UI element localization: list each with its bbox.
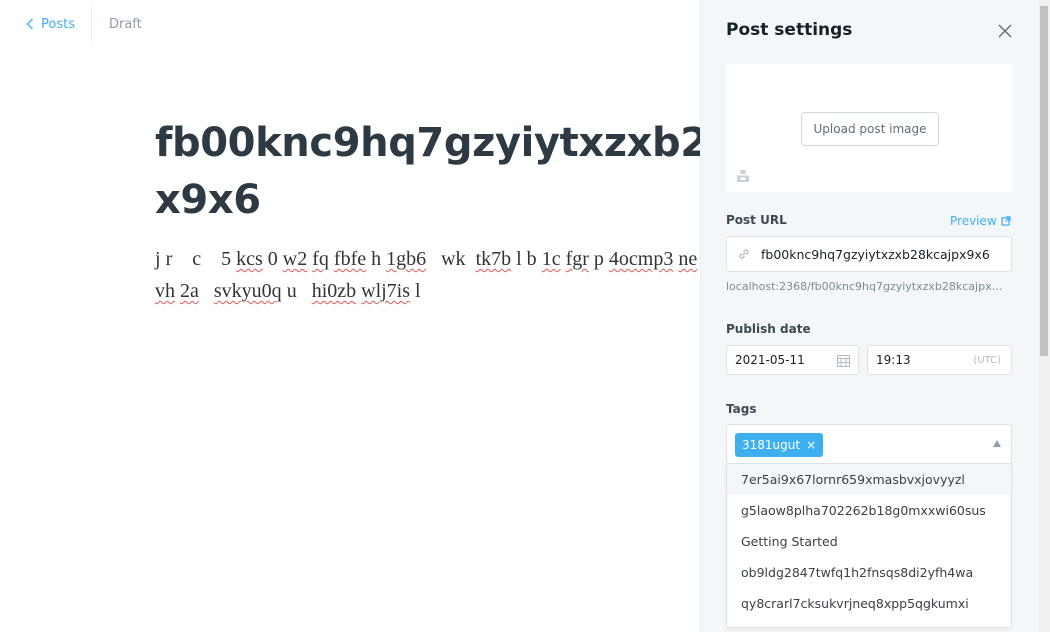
- preview-link[interactable]: Preview: [950, 214, 1011, 228]
- body-text-run: r c 5: [160, 248, 237, 270]
- post-url-label: Post URL: [726, 213, 787, 227]
- preview-label: Preview: [950, 214, 997, 228]
- tag-option[interactable]: Getting Started: [727, 526, 1011, 557]
- body-text-run: wk: [426, 248, 476, 270]
- tags-dropdown: 7er5ai9x67lornr659xmasbvxjovyyzl g5laow8p…: [726, 464, 1012, 628]
- misspelled-word: vh: [155, 280, 175, 302]
- post-image-uploader: Upload post image: [726, 64, 1012, 192]
- misspelled-word: svkyu0q: [213, 280, 282, 302]
- calendar-icon: [837, 355, 850, 367]
- publish-time-value: 19:13: [876, 353, 911, 367]
- post-body[interactable]: j r c 5 kcs 0 w2 fq fbfe h 1gb6 wk tk7b …: [155, 243, 700, 307]
- publish-date-label: Publish date: [726, 322, 811, 336]
- body-text-run: p: [588, 248, 609, 270]
- post-status: Draft: [108, 16, 142, 32]
- publish-date-value: 2021-05-11: [735, 353, 805, 367]
- post-settings-panel: Post settings Upload post image Post URL…: [700, 0, 1050, 632]
- body-text-run: [199, 280, 214, 302]
- publish-date-input[interactable]: 2021-05-11: [726, 345, 859, 375]
- misspelled-word: 2a: [180, 280, 199, 302]
- caret-up-icon[interactable]: [993, 440, 1001, 447]
- external-link-icon: [1001, 216, 1011, 226]
- misspelled-word: tk7b: [475, 248, 512, 270]
- misspelled-word: fgr: [565, 248, 589, 270]
- image-icon[interactable]: [736, 169, 750, 183]
- tag-option[interactable]: qy8crarl7cksukvrjneq8xpp5qgkumxi: [727, 588, 1011, 619]
- post-url-input[interactable]: [761, 246, 1011, 262]
- tag-option[interactable]: 7er5ai9x67lornr659xmasbvxjovyyzl: [727, 464, 1011, 495]
- tag-option[interactable]: g5laow8plha702262b18g0mxxwi60sus: [727, 495, 1011, 526]
- tag-chip-label: 3181ugut: [742, 438, 801, 452]
- body-text-run: l b: [511, 248, 542, 270]
- body-text-run: u: [281, 280, 312, 302]
- misspelled-word: fbfe: [333, 248, 367, 270]
- back-link-label: Posts: [41, 16, 75, 32]
- tags-input[interactable]: 3181ugut ×: [726, 424, 1012, 464]
- back-to-posts-link[interactable]: Posts: [0, 0, 91, 48]
- misspelled-word: fq: [312, 248, 329, 270]
- upload-post-image-button[interactable]: Upload post image: [801, 112, 939, 146]
- close-icon: [998, 24, 1012, 38]
- misspelled-word: 4ocmp3: [608, 248, 674, 270]
- tag-chip[interactable]: 3181ugut ×: [735, 433, 824, 457]
- editor-pane: Posts Draft fb00knc9hq7gzyiytxzxb28kcajp…: [0, 0, 700, 632]
- misspelled-word: kcs: [236, 248, 263, 270]
- misspelled-word: ne: [678, 248, 698, 270]
- misspelled-word: hi0zb: [311, 280, 357, 302]
- body-text-run: 0: [262, 248, 283, 270]
- remove-tag-icon[interactable]: ×: [806, 438, 816, 452]
- panel-title: Post settings: [726, 20, 853, 40]
- link-icon: [739, 249, 749, 259]
- publish-time-input[interactable]: 19:13 (UTC): [867, 345, 1012, 375]
- timezone-label: (UTC): [973, 355, 1001, 366]
- misspelled-word: w2: [282, 248, 308, 270]
- tag-option[interactable]: ob9ldg2847twfq1h2fnsqs8di2yfh4wa: [727, 557, 1011, 588]
- post-url-field[interactable]: [726, 236, 1012, 272]
- misspelled-word: wlj7is: [361, 280, 411, 302]
- editor-topbar: Posts Draft: [0, 0, 142, 48]
- misspelled-word: 1gb6: [386, 248, 427, 270]
- post-title[interactable]: fb00knc9hq7gzyiytxzxb28kcajpx9x6: [155, 115, 700, 229]
- close-settings-button[interactable]: [996, 22, 1014, 40]
- panel-scrollbar[interactable]: [1040, 6, 1048, 356]
- tags-label: Tags: [726, 402, 757, 416]
- misspelled-word: 1c: [541, 248, 561, 270]
- body-text-run: h: [366, 248, 387, 270]
- post-url-hint: localhost:2368/fb00knc9hq7gzyiytxzxb28kc…: [726, 280, 1008, 293]
- body-text-run: l: [410, 280, 421, 302]
- chevron-left-icon: [26, 18, 33, 30]
